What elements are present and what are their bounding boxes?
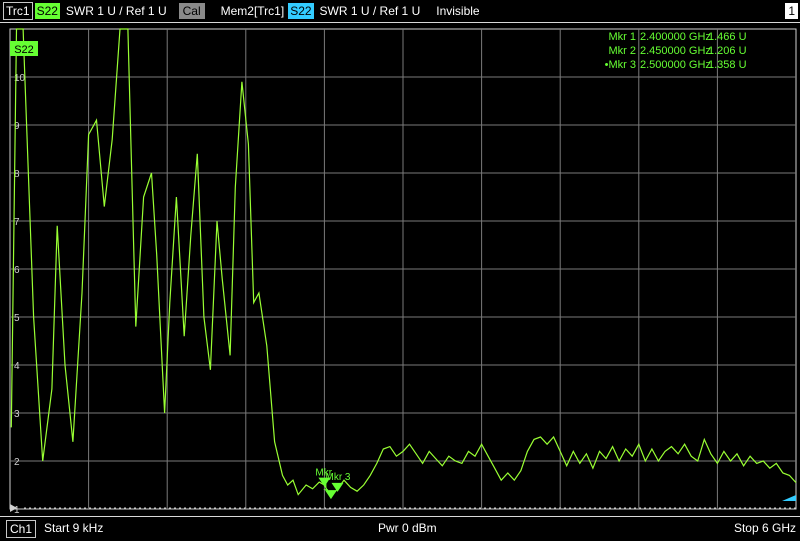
marker-row-2[interactable]: Mkr 2 2.450000 GHz 1.206 U (560, 44, 760, 58)
marker-frequency: 2.450000 GHz (640, 45, 711, 57)
y-tick-label: 3 (14, 409, 20, 420)
marker-table: Mkr 1 2.400000 GHz 1.466 U Mkr 2 2.45000… (560, 30, 760, 72)
marker-row-1[interactable]: Mkr 1 2.400000 GHz 1.466 U (560, 30, 760, 44)
trace-param[interactable]: S22 (34, 3, 60, 19)
marker-value: 1.358 U (708, 59, 747, 71)
marker-name: •Mkr 3 (604, 59, 636, 71)
source-power[interactable]: Pwr 0 dBm (378, 520, 437, 536)
trace-plot[interactable]: 12345678910 Mkr1Mkr 3 S22 (0, 23, 800, 515)
trace-tag-text: S22 (14, 44, 34, 56)
marker-frequency: 2.400000 GHz (640, 31, 711, 43)
y-tick-label: 6 (14, 265, 20, 276)
trace-label[interactable]: Trc1 (3, 2, 33, 20)
y-tick-label: 4 (14, 361, 20, 372)
marker-row-3[interactable]: •Mkr 3 2.500000 GHz 1.358 U (560, 58, 760, 72)
channel-footer: Ch1 Start 9 kHz Pwr 0 dBm Stop 6 GHz (0, 516, 800, 541)
cal-indicator[interactable]: Cal (178, 3, 205, 19)
marker-3-flag: Mkr 3 (325, 472, 350, 483)
start-frequency[interactable]: Start 9 kHz (44, 520, 103, 536)
trace-header: Trc1 S22 SWR 1 U / Ref 1 U Cal Mem2[Trc1… (0, 0, 800, 23)
y-tick-label: 5 (14, 313, 20, 324)
memory-state[interactable]: Invisible (434, 3, 481, 19)
marker-2-flag: 1 (323, 482, 329, 493)
marker-value: 1.206 U (708, 45, 747, 57)
trace-format[interactable]: SWR 1 U / Ref 1 U (64, 3, 169, 19)
stop-frequency[interactable]: Stop 6 GHz (734, 520, 796, 536)
marker-frequency: 2.500000 GHz (640, 59, 711, 71)
channel-label[interactable]: Ch1 (6, 520, 37, 538)
memory-corner-glyph (782, 495, 796, 501)
y-tick-label: 7 (14, 217, 20, 228)
memory-param[interactable]: S22 (288, 3, 314, 19)
memory-trace-label[interactable]: Mem2[Trc1] (219, 3, 287, 19)
grid (9, 28, 797, 510)
marker-value: 1.466 U (708, 31, 747, 43)
memory-format[interactable]: SWR 1 U / Ref 1 U (318, 3, 423, 19)
marker-name: Mkr 1 (608, 31, 637, 43)
trace-s22 (10, 28, 797, 499)
y-tick-labels: 12345678910 (14, 73, 26, 515)
y-tick-label: 1 (14, 505, 20, 515)
y-tick-label: 2 (14, 457, 20, 468)
channel-index[interactable]: 1 (785, 3, 798, 19)
marker-name: Mkr 2 (608, 45, 637, 57)
